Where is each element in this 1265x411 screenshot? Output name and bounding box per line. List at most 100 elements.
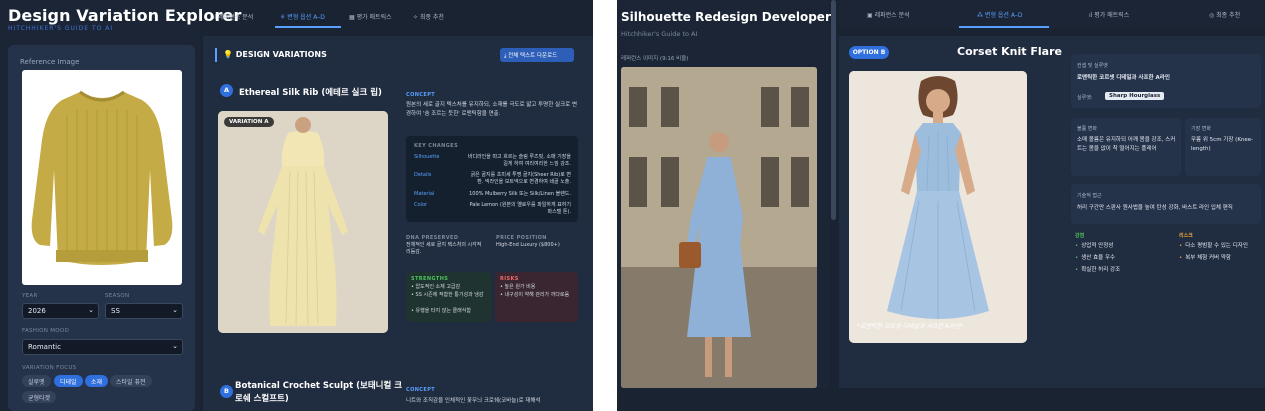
focus-chip-detail[interactable]: 디테일 (54, 375, 83, 387)
chevron-down-icon: ⌄ (88, 306, 94, 314)
key-changes-box: KEY CHANGES Silhouette 바디라인을 따고 흐르는 슬림 루… (406, 136, 578, 222)
tab-variations[interactable]: ⁂ 변형 옵션 A–D (977, 10, 1023, 19)
tab-reference-analysis[interactable]: ıl 레퍼런스 분석 (213, 12, 253, 21)
variation-b-title-line1: Botanical Crochet Sculpt (보태니컬 크 (235, 381, 403, 391)
variation-b-badge: B (220, 385, 233, 398)
active-tab-indicator (959, 26, 1049, 28)
length-text: 무릎 위 5cm 기장 (Knee-length) (1191, 137, 1254, 152)
concept-caption: 컨셉 및 실루엣 (1077, 63, 1108, 69)
season-select[interactable]: SS ⌄ (105, 303, 183, 319)
silhouette-redesign-app: Silhouette Redesign Developer Hitchhiker… (617, 0, 1265, 411)
price-text: High-End Luxury ($800+) (496, 242, 560, 248)
reference-image[interactable] (22, 70, 182, 285)
price-caption: PRICE POSITION (496, 235, 547, 241)
reference-image[interactable] (621, 67, 817, 388)
tab-evaluation-matrix[interactable]: ıl 평가 매트릭스 (1089, 10, 1129, 19)
corset-knit-dress-image (849, 71, 1027, 343)
risks-caption: 리스크 (1179, 233, 1193, 239)
app-subtitle: Hitchhiker's Guide to AI (621, 30, 698, 38)
year-select[interactable]: 2026 ⌄ (22, 303, 99, 319)
mustard-sweater-image (31, 90, 173, 265)
download-all-button[interactable]: ⤓ 전체 텍스트 다운로드 (500, 48, 574, 62)
value-material: 100% Mulberry Silk 또는 Silk/Linen 블렌드. (469, 191, 571, 197)
chevron-down-icon: ⌄ (172, 342, 178, 350)
variation-a-image-tag: VARIATION A (224, 117, 274, 127)
strengths-box: STRENGTHS • 압도적인 소재 고급감 • SS 시즌에 적합한 통기성… (406, 272, 492, 322)
focus-chip-silhouette[interactable]: 실루엣 (22, 375, 51, 387)
section-accent-bar (215, 48, 217, 62)
strength-item: 상업적 안정성 (1075, 242, 1113, 251)
risk-item: • 높은 원가 비용 (500, 284, 536, 290)
length-caption: 기장 변화 (1191, 126, 1211, 132)
risks-box: RISKS • 높은 원가 비용 • 내구성이 약해 관리가 까다로움 (495, 272, 578, 322)
sidebar: Silhouette Redesign Developer Hitchhiker… (617, 0, 831, 388)
key-changes-caption: KEY CHANGES (414, 143, 459, 149)
sparkle-icon: ✧ (413, 14, 420, 21)
lightbulb-icon: 💡 (223, 50, 236, 59)
variation-image[interactable]: *로맨틱한 코르셋 디테일과 사프한 A라인* (849, 71, 1027, 343)
year-value: 2026 (28, 307, 46, 315)
image-caption: *로맨틱한 코르셋 디테일과 사프한 A라인* (857, 323, 964, 330)
volume-caption: 볼륨 변화 (1077, 126, 1097, 132)
value-details: 굵은 골지를 초미세 투명 골지(Sheer Rib)로 변환. 넥라인을 보트… (470, 172, 571, 185)
key-silhouette: Silhouette (414, 154, 440, 160)
variation-a-title: Ethereal Silk Rib (에테르 실크 립) (239, 88, 382, 98)
length-card: 기장 변화 무릎 위 5cm 기장 (Knee-length) (1185, 118, 1261, 176)
focus-chip-style-fusion[interactable]: 스타일 퓨전 (110, 375, 152, 387)
tab-evaluation-matrix[interactable]: ▦ 평가 매트릭스 (349, 12, 392, 21)
fashion-mood-label: FASHION MOOD (22, 328, 70, 334)
year-label: YEAR (22, 293, 38, 299)
concept-text: 원본의 세로 골지 텍스처를 유지하되, 소재를 극도로 얇고 투명한 실크로 … (406, 102, 578, 117)
variation-b-concept-caption: CONCEPT (406, 387, 436, 393)
risks-caption: RISKS (500, 276, 519, 282)
focus-chip-balance[interactable]: 균형타겟 (22, 391, 57, 403)
dna-text: 전체적인 세로 골지 텍스처의 시각적 리듬감. (406, 242, 482, 255)
app-title: Silhouette Redesign Developer (621, 10, 831, 24)
chevron-down-icon: ⌄ (172, 306, 178, 314)
tab-variations[interactable]: ⚘ 변형 옵션 A–D (280, 12, 325, 21)
variation-a-image[interactable]: VARIATION A (218, 111, 388, 333)
variation-b-title-line2: 로쉐 스컬프트) (235, 394, 289, 404)
concept-text: 로맨틱한 코르셋 디테일과 사프한 A라인 (1077, 75, 1170, 81)
season-label: SEASON (105, 293, 130, 299)
strength-item: • 유행을 타지 않는 클래식함 (411, 308, 471, 314)
focus-chip-material[interactable]: 소재 (85, 375, 109, 387)
image-icon: ▣ (867, 12, 875, 19)
silhouette-label: 실루엣: (1077, 95, 1093, 101)
dna-caption: DNA PRESERVED (406, 235, 459, 241)
tab-final-recommendation[interactable]: ◎ 최종 추천 (1209, 10, 1240, 19)
risk-item: 다소 평범할 수 있는 디자인 (1179, 242, 1248, 251)
strength-item: • SS 시즌에 적합한 통기성과 냉감 (411, 292, 484, 298)
technical-caption: 기술적 접근 (1077, 193, 1102, 199)
tab-final-recommendation[interactable]: ✧ 최종 추천 (413, 12, 444, 21)
variations-panel: 💡 DESIGN VARIATIONS ⤓ 전체 텍스트 다운로드 A Ethe… (203, 36, 593, 411)
street-photo-blue-dress (621, 67, 817, 388)
key-material: Material (414, 191, 435, 197)
strengths-caption: 강점 (1075, 233, 1085, 239)
section-title: 💡 DESIGN VARIATIONS (223, 50, 327, 59)
concept-caption: CONCEPT (406, 92, 436, 98)
fashion-mood-select[interactable]: Romantic ⌄ (22, 339, 183, 355)
fashion-mood-value: Romantic (28, 343, 61, 351)
value-color: Pale Lemon (원본의 옐로우를 파일하게 표하기 파스텔 톤). (469, 202, 572, 215)
silhouette-pill: Sharp Hourglass (1105, 92, 1165, 100)
sparkle-icon: ⁂ (977, 12, 985, 19)
technical-text: 허리 구간만 스판사 원사법을 높여 탄성 강화, 바스트 라인 입체 편직 (1077, 205, 1233, 211)
concept-card: 컨셉 및 실루엣 로맨틱한 코르셋 디테일과 사프한 A라인 실루엣: Shar… (1071, 54, 1261, 108)
tab-bar: ıl 레퍼런스 분석 ⚘ 변형 옵션 A–D ▦ 평가 매트릭스 ✧ 최종 추천 (203, 6, 593, 28)
scrollbar[interactable] (831, 0, 836, 220)
strength-item: • 압도적인 소재 고급감 (411, 284, 461, 290)
key-details: Details (414, 172, 432, 178)
volume-card: 볼륨 변화 소매 볼륨은 유지하되 어깨 몸을 강조, 스커트는 몸을 없이 착… (1071, 118, 1181, 176)
technical-card: 기술적 접근 허리 구간만 스판사 원사법을 높여 탄성 강화, 바스트 라인 … (1071, 184, 1261, 224)
tab-reference-analysis[interactable]: ▣ 레퍼런스 분석 (867, 10, 910, 19)
variation-a-badge: A (220, 84, 233, 97)
value-silhouette: 바디라인을 따고 흐르는 슬림 루즈핏, 소매 기장을 길게 하여 여리여리한 … (467, 154, 571, 167)
variation-title: Corset Knit Flare (957, 45, 1062, 58)
silk-rib-dress-image (218, 111, 388, 333)
volume-text: 소매 볼륨은 유지하되 어깨 몸을 강조, 스커트는 몸을 없이 착 떨어지는 … (1077, 137, 1176, 152)
app-subtitle: HITCHHIKER'S GUIDE TO AI (8, 25, 114, 32)
season-value: SS (111, 307, 120, 315)
strengths-caption: STRENGTHS (411, 276, 449, 282)
variation-focus-label: VARIATION FOCUS (22, 365, 77, 371)
